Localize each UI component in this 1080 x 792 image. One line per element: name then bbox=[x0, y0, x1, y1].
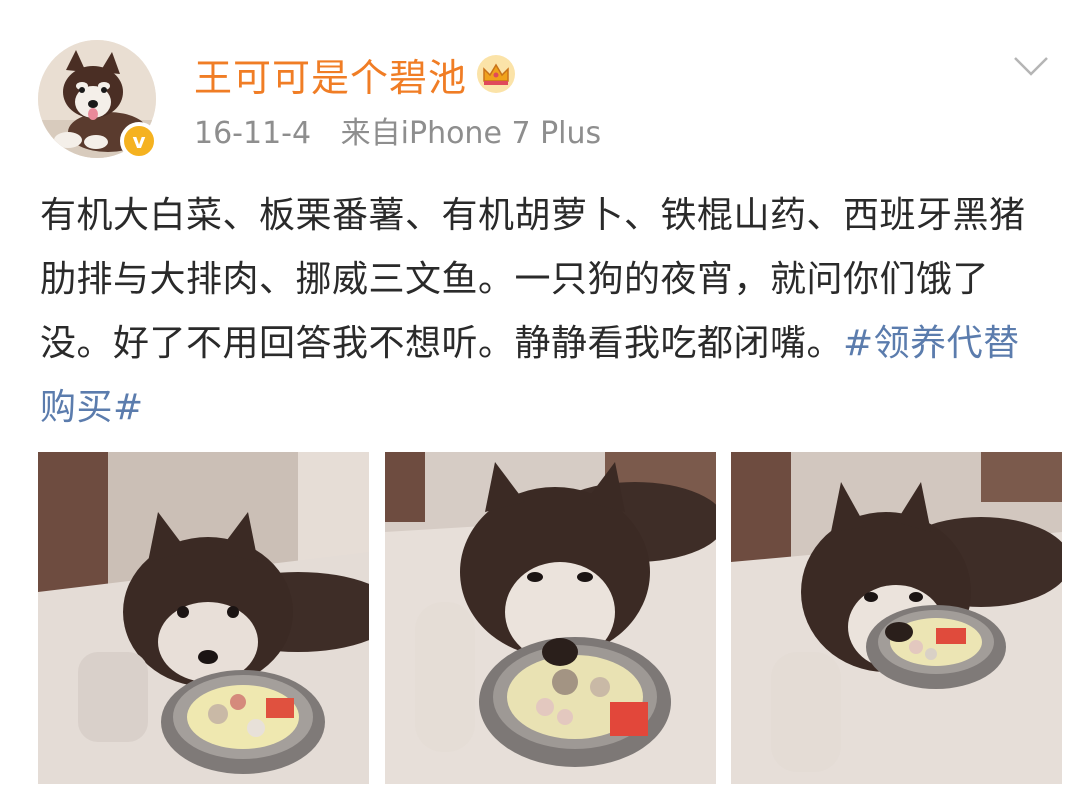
verified-badge-icon: v bbox=[120, 122, 158, 160]
photo-1[interactable] bbox=[38, 452, 369, 784]
husky-eating-photo-3-icon bbox=[731, 452, 1062, 784]
chevron-down-icon[interactable] bbox=[1012, 54, 1050, 78]
weibo-post: v 王可可是个碧池 16-11-4 来自iPhone 7 Plus 有机大白菜、… bbox=[0, 0, 1080, 792]
username[interactable]: 王可可是个碧池 bbox=[194, 47, 467, 102]
post-date: 16-11-4 bbox=[194, 116, 312, 151]
post-body: 有机大白菜、板栗番薯、有机胡萝卜、铁棍山药、西班牙黑猪肋排与大排肉、挪威三文鱼。… bbox=[40, 184, 1050, 440]
username-row: 王可可是个碧池 bbox=[194, 46, 517, 102]
post-meta: 16-11-4 来自iPhone 7 Plus bbox=[194, 108, 621, 152]
crown-icon bbox=[477, 55, 516, 93]
photo-grid bbox=[38, 452, 1062, 784]
avatar[interactable]: v bbox=[38, 40, 158, 160]
post-source: 来自iPhone 7 Plus bbox=[340, 116, 602, 151]
photo-3[interactable] bbox=[731, 452, 1062, 784]
photo-2[interactable] bbox=[384, 452, 716, 784]
husky-eating-photo-2-icon bbox=[384, 452, 716, 784]
husky-eating-photo-1-icon bbox=[38, 452, 369, 784]
